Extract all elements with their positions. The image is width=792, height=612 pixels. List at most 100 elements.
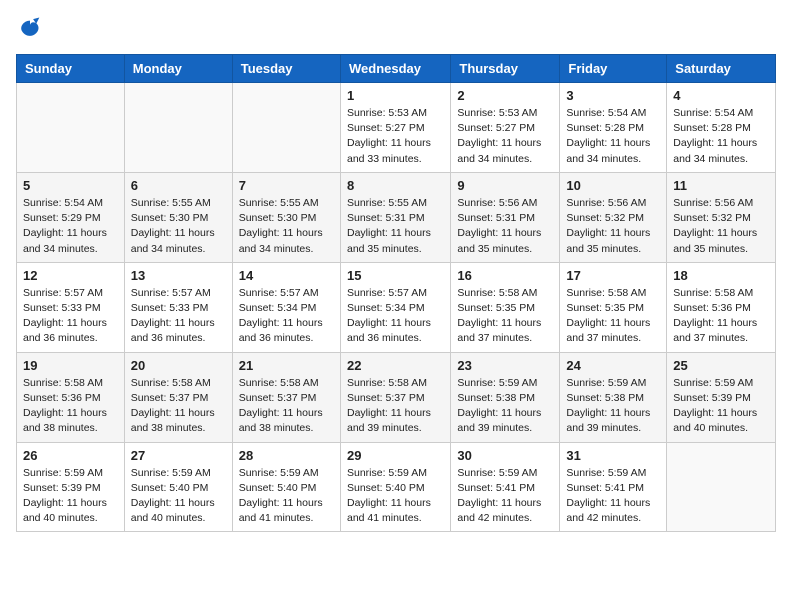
calendar-cell: 31 Sunrise: 5:59 AM Sunset: 5:41 PM Dayli…: [560, 442, 667, 532]
day-info: Sunrise: 5:53 AM Sunset: 5:27 PM Dayligh…: [347, 106, 444, 167]
column-header-tuesday: Tuesday: [232, 55, 340, 83]
day-number: 7: [239, 178, 334, 193]
calendar-cell: 23 Sunrise: 5:59 AM Sunset: 5:38 PM Dayli…: [451, 352, 560, 442]
day-info: Sunrise: 5:57 AM Sunset: 5:34 PM Dayligh…: [239, 286, 334, 347]
day-info: Sunrise: 5:55 AM Sunset: 5:30 PM Dayligh…: [131, 196, 226, 257]
calendar-cell: 28 Sunrise: 5:59 AM Sunset: 5:40 PM Dayli…: [232, 442, 340, 532]
calendar-cell: 17 Sunrise: 5:58 AM Sunset: 5:35 PM Dayli…: [560, 262, 667, 352]
day-info: Sunrise: 5:59 AM Sunset: 5:39 PM Dayligh…: [673, 376, 769, 437]
day-info: Sunrise: 5:57 AM Sunset: 5:33 PM Dayligh…: [23, 286, 118, 347]
day-number: 9: [457, 178, 553, 193]
column-header-saturday: Saturday: [667, 55, 776, 83]
day-number: 19: [23, 358, 118, 373]
calendar-cell: 7 Sunrise: 5:55 AM Sunset: 5:30 PM Daylig…: [232, 172, 340, 262]
calendar-cell: 11Sunrise: 5:56 AM Sunset: 5:32 PM Dayli…: [667, 172, 776, 262]
column-header-thursday: Thursday: [451, 55, 560, 83]
column-header-sunday: Sunday: [17, 55, 125, 83]
day-info: Sunrise: 5:58 AM Sunset: 5:37 PM Dayligh…: [239, 376, 334, 437]
day-number: 20: [131, 358, 226, 373]
day-number: 16: [457, 268, 553, 283]
day-info: Sunrise: 5:59 AM Sunset: 5:39 PM Dayligh…: [23, 466, 118, 527]
calendar-cell: 1 Sunrise: 5:53 AM Sunset: 5:27 PM Daylig…: [340, 83, 450, 173]
column-header-friday: Friday: [560, 55, 667, 83]
day-info: Sunrise: 5:59 AM Sunset: 5:38 PM Dayligh…: [457, 376, 553, 437]
day-info: Sunrise: 5:59 AM Sunset: 5:41 PM Dayligh…: [457, 466, 553, 527]
day-number: 13: [131, 268, 226, 283]
day-number: 4: [673, 88, 769, 103]
day-number: 29: [347, 448, 444, 463]
calendar-week-row: 26 Sunrise: 5:59 AM Sunset: 5:39 PM Dayli…: [17, 442, 776, 532]
day-number: 2: [457, 88, 553, 103]
calendar-week-row: 5 Sunrise: 5:54 AM Sunset: 5:29 PM Daylig…: [17, 172, 776, 262]
calendar-cell: 5 Sunrise: 5:54 AM Sunset: 5:29 PM Daylig…: [17, 172, 125, 262]
logo: [16, 16, 48, 44]
day-info: Sunrise: 5:56 AM Sunset: 5:32 PM Dayligh…: [566, 196, 660, 257]
day-info: Sunrise: 5:59 AM Sunset: 5:40 PM Dayligh…: [347, 466, 444, 527]
calendar-cell: 19 Sunrise: 5:58 AM Sunset: 5:36 PM Dayli…: [17, 352, 125, 442]
day-info: Sunrise: 5:58 AM Sunset: 5:36 PM Dayligh…: [673, 286, 769, 347]
day-number: 17: [566, 268, 660, 283]
day-number: 27: [131, 448, 226, 463]
day-info: Sunrise: 5:55 AM Sunset: 5:31 PM Dayligh…: [347, 196, 444, 257]
calendar-cell: 14Sunrise: 5:57 AM Sunset: 5:34 PM Dayli…: [232, 262, 340, 352]
day-info: Sunrise: 5:54 AM Sunset: 5:28 PM Dayligh…: [566, 106, 660, 167]
day-number: 8: [347, 178, 444, 193]
day-info: Sunrise: 5:56 AM Sunset: 5:31 PM Dayligh…: [457, 196, 553, 257]
calendar-cell: [667, 442, 776, 532]
column-header-wednesday: Wednesday: [340, 55, 450, 83]
calendar-cell: 8 Sunrise: 5:55 AM Sunset: 5:31 PM Daylig…: [340, 172, 450, 262]
calendar-cell: 22 Sunrise: 5:58 AM Sunset: 5:37 PM Dayli…: [340, 352, 450, 442]
calendar-cell: 30Sunrise: 5:59 AM Sunset: 5:41 PM Dayli…: [451, 442, 560, 532]
day-number: 10: [566, 178, 660, 193]
calendar-cell: 13 Sunrise: 5:57 AM Sunset: 5:33 PM Dayli…: [124, 262, 232, 352]
calendar-cell: 10 Sunrise: 5:56 AM Sunset: 5:32 PM Dayli…: [560, 172, 667, 262]
day-number: 22: [347, 358, 444, 373]
day-info: Sunrise: 5:57 AM Sunset: 5:33 PM Dayligh…: [131, 286, 226, 347]
day-number: 26: [23, 448, 118, 463]
day-number: 28: [239, 448, 334, 463]
day-info: Sunrise: 5:58 AM Sunset: 5:36 PM Dayligh…: [23, 376, 118, 437]
logo-icon: [16, 16, 44, 44]
calendar-header-row: SundayMondayTuesdayWednesdayThursdayFrid…: [17, 55, 776, 83]
day-info: Sunrise: 5:57 AM Sunset: 5:34 PM Dayligh…: [347, 286, 444, 347]
day-number: 21: [239, 358, 334, 373]
calendar-week-row: 19 Sunrise: 5:58 AM Sunset: 5:36 PM Dayli…: [17, 352, 776, 442]
day-info: Sunrise: 5:58 AM Sunset: 5:37 PM Dayligh…: [347, 376, 444, 437]
calendar-week-row: 12 Sunrise: 5:57 AM Sunset: 5:33 PM Dayli…: [17, 262, 776, 352]
calendar-week-row: 1 Sunrise: 5:53 AM Sunset: 5:27 PM Daylig…: [17, 83, 776, 173]
calendar-cell: 12 Sunrise: 5:57 AM Sunset: 5:33 PM Dayli…: [17, 262, 125, 352]
page-header: [16, 16, 776, 44]
calendar-cell: 27 Sunrise: 5:59 AM Sunset: 5:40 PM Dayli…: [124, 442, 232, 532]
day-info: Sunrise: 5:55 AM Sunset: 5:30 PM Dayligh…: [239, 196, 334, 257]
calendar-cell: 24 Sunrise: 5:59 AM Sunset: 5:38 PM Dayli…: [560, 352, 667, 442]
day-number: 24: [566, 358, 660, 373]
day-info: Sunrise: 5:59 AM Sunset: 5:40 PM Dayligh…: [131, 466, 226, 527]
column-header-monday: Monday: [124, 55, 232, 83]
day-info: Sunrise: 5:54 AM Sunset: 5:28 PM Dayligh…: [673, 106, 769, 167]
calendar-cell: 2Sunrise: 5:53 AM Sunset: 5:27 PM Daylig…: [451, 83, 560, 173]
day-number: 25: [673, 358, 769, 373]
day-number: 15: [347, 268, 444, 283]
day-number: 6: [131, 178, 226, 193]
day-number: 18: [673, 268, 769, 283]
day-info: Sunrise: 5:59 AM Sunset: 5:41 PM Dayligh…: [566, 466, 660, 527]
day-info: Sunrise: 5:54 AM Sunset: 5:29 PM Dayligh…: [23, 196, 118, 257]
day-info: Sunrise: 5:59 AM Sunset: 5:38 PM Dayligh…: [566, 376, 660, 437]
calendar-cell: [232, 83, 340, 173]
day-number: 5: [23, 178, 118, 193]
calendar-cell: 25 Sunrise: 5:59 AM Sunset: 5:39 PM Dayli…: [667, 352, 776, 442]
day-number: 23: [457, 358, 553, 373]
day-info: Sunrise: 5:58 AM Sunset: 5:35 PM Dayligh…: [566, 286, 660, 347]
day-info: Sunrise: 5:59 AM Sunset: 5:40 PM Dayligh…: [239, 466, 334, 527]
calendar-cell: 26 Sunrise: 5:59 AM Sunset: 5:39 PM Dayli…: [17, 442, 125, 532]
calendar-cell: 15 Sunrise: 5:57 AM Sunset: 5:34 PM Dayli…: [340, 262, 450, 352]
calendar-cell: 4 Sunrise: 5:54 AM Sunset: 5:28 PM Daylig…: [667, 83, 776, 173]
day-info: Sunrise: 5:56 AM Sunset: 5:32 PM Dayligh…: [673, 196, 769, 257]
day-number: 1: [347, 88, 444, 103]
day-number: 31: [566, 448, 660, 463]
calendar-cell: 16Sunrise: 5:58 AM Sunset: 5:35 PM Dayli…: [451, 262, 560, 352]
calendar-cell: 3Sunrise: 5:54 AM Sunset: 5:28 PM Daylig…: [560, 83, 667, 173]
day-number: 12: [23, 268, 118, 283]
calendar-cell: [17, 83, 125, 173]
calendar-cell: 20Sunrise: 5:58 AM Sunset: 5:37 PM Dayli…: [124, 352, 232, 442]
